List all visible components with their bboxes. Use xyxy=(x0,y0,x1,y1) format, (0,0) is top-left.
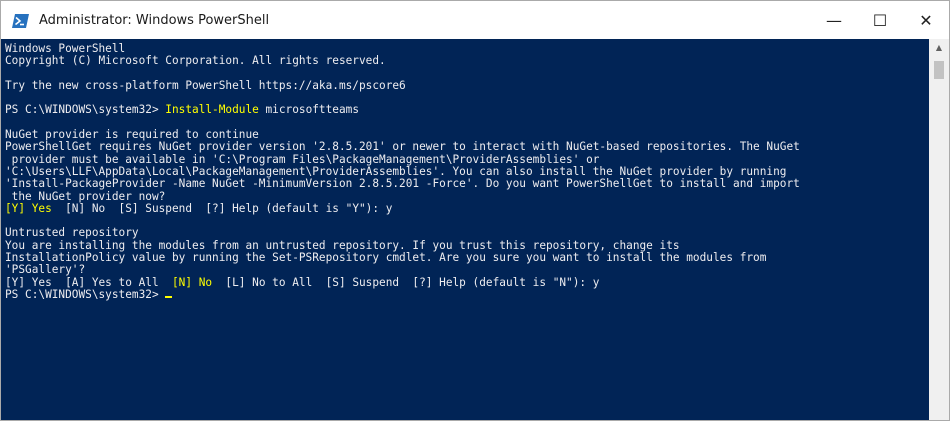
console-line: Copyright (C) Microsoft Corporation. All… xyxy=(5,55,929,67)
console-text: [N] No [S] Suspend [?] Help (default is … xyxy=(51,201,393,215)
default-choice: [Y] Yes xyxy=(5,201,52,215)
console-args: microsoftteams xyxy=(258,103,359,117)
console-text: provider must be available in 'C:\Progra… xyxy=(5,152,600,166)
console-text: 'Install-PackageProvider -Name NuGet -Mi… xyxy=(5,177,800,191)
default-choice: [N] No xyxy=(171,275,213,289)
window-controls: — ☐ ✕ xyxy=(811,1,949,39)
minimize-button[interactable]: — xyxy=(811,1,857,39)
close-button[interactable]: ✕ xyxy=(903,1,949,39)
console-text: You are installing the modules from an u… xyxy=(5,238,680,252)
console-text: Windows PowerShell xyxy=(5,42,126,55)
scroll-thumb[interactable] xyxy=(934,61,944,79)
console-prompt: PS C:\WINDOWS\system32> xyxy=(5,287,166,301)
vertical-scrollbar[interactable]: ▲ xyxy=(929,39,949,420)
maximize-button[interactable]: ☐ xyxy=(857,1,903,39)
window-title: Administrator: Windows PowerShell xyxy=(39,12,270,28)
console-text: the NuGet provider now? xyxy=(5,189,166,203)
text-cursor xyxy=(165,295,173,298)
title-bar[interactable]: Administrator: Windows PowerShell — ☐ ✕ xyxy=(1,1,949,39)
console-text: Untrusted repository xyxy=(5,226,139,240)
console-output[interactable]: Windows PowerShell Copyright (C) Microsof… xyxy=(1,39,929,420)
console-line: Try the new cross-platform PowerShell ht… xyxy=(5,78,929,92)
console-text: 'C:\Users\LLF\AppData\Local\PackageManag… xyxy=(5,164,787,178)
powershell-icon xyxy=(12,13,29,28)
console-text: NuGet provider is required to continue xyxy=(5,128,259,142)
console-text: [Y] Yes [A] Yes to All xyxy=(5,275,172,289)
console-line: PS C:\WINDOWS\system32> Install-Module m… xyxy=(5,104,929,116)
console-text: Copyright (C) Microsoft Corporation. All… xyxy=(5,54,386,68)
console-line: PS C:\WINDOWS\system32> xyxy=(5,287,929,301)
console-line: InstallationPolicy value by running the … xyxy=(5,251,929,265)
console-line: [Y] Yes [N] No [S] Suspend [?] Help (def… xyxy=(5,201,929,215)
console-prompt: PS C:\WINDOWS\system32> xyxy=(5,103,166,117)
console-text: 'PSGallery'? xyxy=(5,263,86,277)
console-text: [L] No to All [S] Suspend [?] Help (defa… xyxy=(212,275,600,289)
scroll-up-icon[interactable]: ▲ xyxy=(929,39,949,56)
console-text: Try the new cross-platform PowerShell ht… xyxy=(5,78,406,92)
powershell-window: Administrator: Windows PowerShell — ☐ ✕ … xyxy=(0,0,950,421)
console-text: PowerShellGet requires NuGet provider ve… xyxy=(5,140,800,154)
console-text: InstallationPolicy value by running the … xyxy=(5,251,767,265)
console-command: Install-Module xyxy=(165,103,259,117)
